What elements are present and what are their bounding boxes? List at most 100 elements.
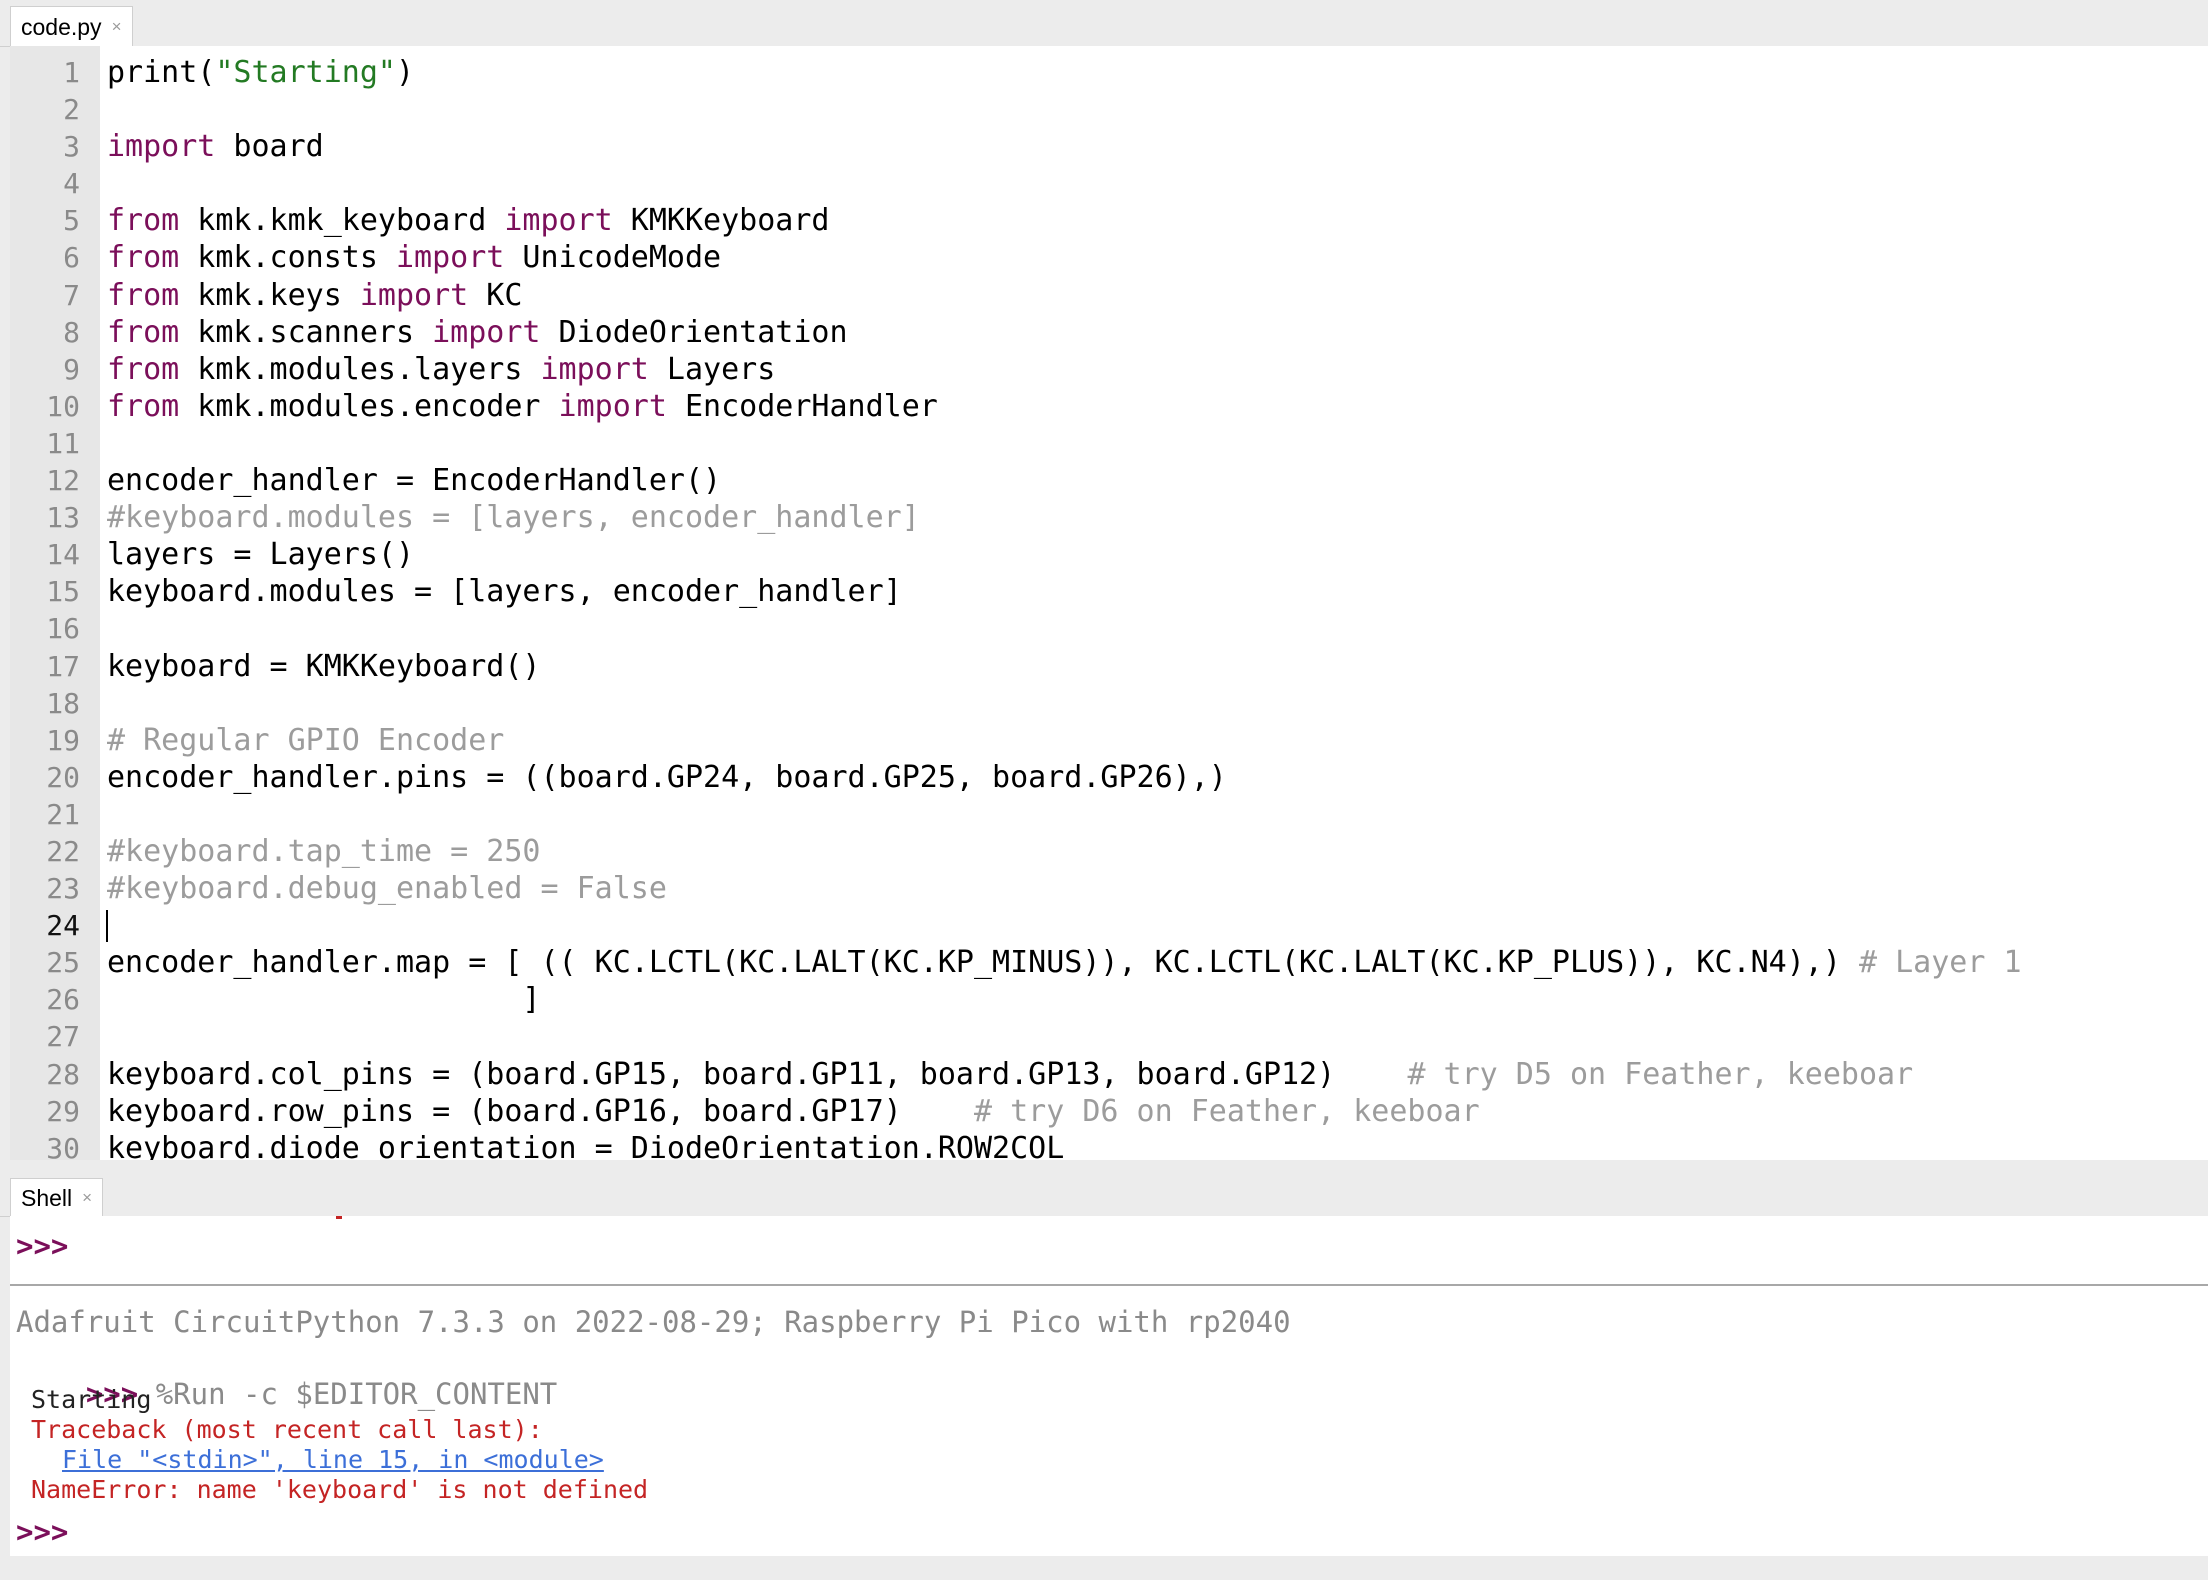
- code-token: keyboard.diode_orientation = DiodeOrient…: [107, 1130, 1065, 1160]
- close-icon[interactable]: ×: [82, 1188, 92, 1208]
- close-icon[interactable]: ×: [112, 17, 122, 37]
- code-line[interactable]: 24: [10, 907, 2208, 944]
- code-line[interactable]: 16: [10, 610, 2208, 647]
- code-text: from kmk.keys import KC: [107, 277, 522, 314]
- line-number: 24: [46, 909, 80, 943]
- code-token: print(: [107, 55, 216, 90]
- code-token: Layers: [648, 351, 776, 387]
- code-line[interactable]: 3 import board: [10, 128, 2208, 165]
- code-line[interactable]: 8 from kmk.scanners import DiodeOrientati…: [10, 314, 2208, 351]
- code-line[interactable]: 23 #keyboard.debug_enabled = False: [10, 870, 2208, 907]
- keyword-token: from: [107, 351, 180, 387]
- text-cursor: [106, 910, 108, 943]
- shell-run-command: %Run -c $EDITOR_CONTENT: [138, 1377, 558, 1411]
- line-number: 20: [46, 760, 80, 794]
- code-line[interactable]: 6 from kmk.consts import UnicodeMode: [10, 239, 2208, 276]
- line-number: 5: [63, 204, 80, 238]
- line-number: 18: [46, 686, 80, 720]
- line-number: 23: [46, 872, 80, 906]
- code-token: UnicodeMode: [504, 240, 722, 276]
- code-token: encoder_handler.pins = ((board.GP24, boa…: [107, 759, 1227, 795]
- code-line[interactable]: 21: [10, 796, 2208, 833]
- line-number: 19: [46, 723, 80, 757]
- code-token: kmk.modules.encoder: [179, 388, 559, 424]
- line-number: 11: [46, 426, 80, 460]
- line-number: 10: [46, 389, 80, 423]
- code-line[interactable]: 1 print("Starting"): [10, 54, 2208, 91]
- code-token: board: [215, 129, 324, 165]
- keyword-token: import: [540, 351, 649, 387]
- code-line[interactable]: 11: [10, 425, 2208, 462]
- line-number: 4: [63, 167, 80, 201]
- code-text: from kmk.scanners import DiodeOrientatio…: [107, 314, 848, 351]
- code-text: from kmk.consts import UnicodeMode: [107, 239, 721, 276]
- code-line[interactable]: 28 keyboard.col_pins = (board.GP15, board…: [10, 1056, 2208, 1093]
- code-line[interactable]: 20 encoder_handler.pins = ((board.GP24, b…: [10, 759, 2208, 796]
- line-number: 7: [63, 278, 80, 312]
- line-number: 16: [46, 612, 80, 646]
- code-line[interactable]: 7 from kmk.keys import KC: [10, 277, 2208, 314]
- code-text: encoder_handler = EncoderHandler(): [107, 462, 721, 499]
- line-number: 21: [46, 797, 80, 831]
- shell-prompt-final[interactable]: >>>: [16, 1514, 68, 1550]
- code-line[interactable]: 13 #keyboard.modules = [layers, encoder_h…: [10, 499, 2208, 536]
- code-line[interactable]: 4: [10, 165, 2208, 202]
- code-lines[interactable]: 1 print("Starting") 2 3 import board 4 5 from k…: [10, 54, 2208, 1160]
- code-line[interactable]: 15 keyboard.modules = [layers, encoder_ha…: [10, 573, 2208, 610]
- line-number: 12: [46, 464, 80, 498]
- code-line[interactable]: 5 from kmk.kmk_keyboard import KMKKeyboar…: [10, 202, 2208, 239]
- code-text: keyboard.row_pins = (board.GP16, board.G…: [107, 1093, 1480, 1130]
- tab-shell[interactable]: Shell ×: [10, 1178, 104, 1218]
- comment-token: #keyboard.tap_time = 250: [107, 833, 541, 869]
- code-line[interactable]: 27: [10, 1018, 2208, 1055]
- code-token: layers = Layers(): [107, 537, 415, 573]
- code-token: kmk.consts: [179, 240, 396, 276]
- comment-token: # Layer 1: [1858, 945, 2022, 981]
- tab-label: code.py: [21, 13, 102, 40]
- code-text: layers = Layers(): [107, 536, 414, 573]
- code-line[interactable]: 14 layers = Layers(): [10, 536, 2208, 573]
- code-text: keyboard = KMKKeyboard(): [107, 648, 540, 685]
- line-number: 26: [46, 983, 80, 1017]
- keyword-token: import: [107, 129, 216, 165]
- code-line[interactable]: 29 keyboard.row_pins = (board.GP16, board…: [10, 1093, 2208, 1130]
- code-text: print("Starting"): [107, 54, 414, 91]
- shell-console[interactable]: >>> Adafruit CircuitPython 7.3.3 on 2022…: [10, 1216, 2208, 1556]
- code-line[interactable]: 26 ]: [10, 981, 2208, 1018]
- keyword-token: import: [396, 240, 505, 276]
- code-token: DiodeOrientation: [540, 314, 848, 350]
- code-line[interactable]: 12 encoder_handler = EncoderHandler(): [10, 462, 2208, 499]
- code-editor[interactable]: 1 print("Starting") 2 3 import board 4 5 from k…: [10, 46, 2208, 1160]
- code-line[interactable]: 9 from kmk.modules.layers import Layers: [10, 351, 2208, 388]
- code-token: KMKKeyboard: [612, 203, 830, 239]
- code-line[interactable]: 2: [10, 91, 2208, 128]
- code-text: ]: [107, 981, 540, 1018]
- code-text: keyboard.col_pins = (board.GP15, board.G…: [107, 1056, 1913, 1093]
- code-line[interactable]: 22 #keyboard.tap_time = 250: [10, 833, 2208, 870]
- code-token: encoder_handler = EncoderHandler(): [107, 463, 722, 499]
- code-line[interactable]: 10 from kmk.modules.encoder import Encode…: [10, 388, 2208, 425]
- keyword-token: from: [107, 277, 180, 313]
- code-token: kmk.keys: [179, 277, 360, 313]
- string-token: "Starting": [215, 55, 396, 90]
- code-text: encoder_handler.pins = ((board.GP24, boa…: [107, 759, 1227, 796]
- tab-code-py[interactable]: code.py ×: [10, 6, 133, 48]
- code-token: ): [396, 55, 415, 90]
- keyword-token: from: [107, 314, 180, 350]
- code-line[interactable]: 25 encoder_handler.map = [ (( KC.LCTL(KC.…: [10, 944, 2208, 981]
- code-text: #keyboard.debug_enabled = False: [107, 870, 667, 907]
- code-line[interactable]: 30 keyboard.diode_orientation = DiodeOrie…: [10, 1130, 2208, 1160]
- code-token: kmk.kmk_keyboard: [179, 203, 505, 239]
- code-line[interactable]: 17 keyboard = KMKKeyboard(): [10, 648, 2208, 685]
- code-token: ]: [107, 982, 541, 1018]
- code-token: keyboard.col_pins = (board.GP15, board.G…: [107, 1056, 1408, 1092]
- clipped-error-fragment: [336, 1216, 342, 1219]
- code-line[interactable]: 19 # Regular GPIO Encoder: [10, 722, 2208, 759]
- line-number: 27: [46, 1020, 80, 1054]
- code-line[interactable]: 18: [10, 685, 2208, 722]
- code-text: keyboard.diode_orientation = DiodeOrient…: [107, 1130, 1064, 1160]
- line-number: 2: [63, 93, 80, 127]
- tab-label: Shell: [21, 1184, 73, 1211]
- shell-prompt-previous: >>>: [16, 1229, 69, 1263]
- line-number: 30: [46, 1131, 80, 1160]
